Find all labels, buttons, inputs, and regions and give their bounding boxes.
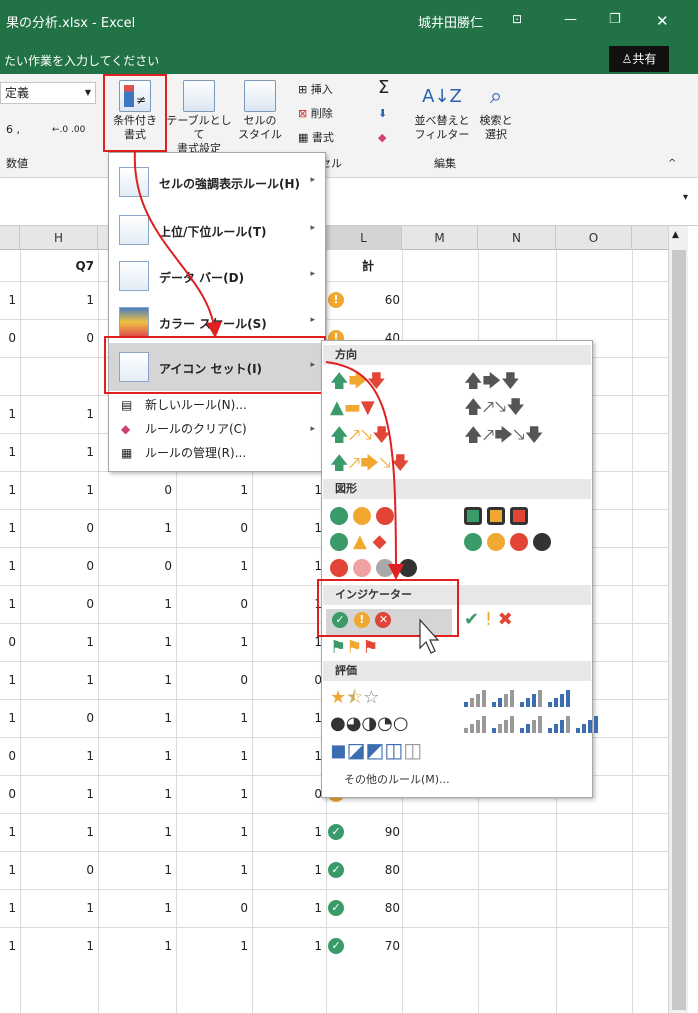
annotation-arrows xyxy=(133,149,440,654)
mouse-cursor-icon xyxy=(419,618,440,654)
